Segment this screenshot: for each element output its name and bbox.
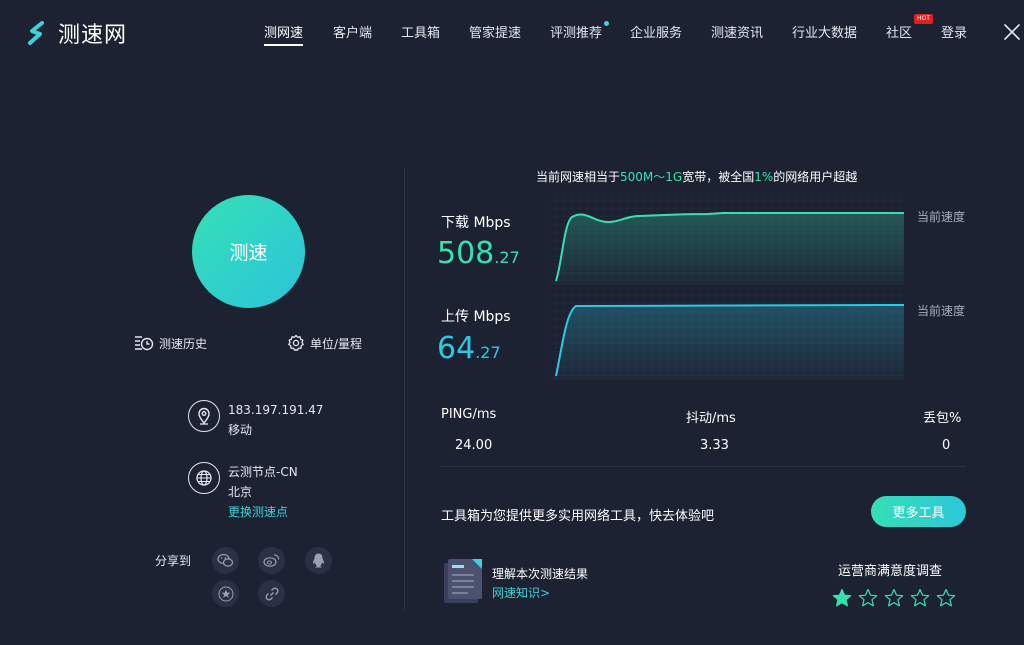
qq-icon [313,553,324,568]
wechat-icon [217,553,234,567]
summary-middle: 宽带，被全国 [682,170,755,184]
nav-item-news[interactable]: 测速资讯 [711,22,763,41]
star-icon-1[interactable] [832,588,852,608]
download-speed: 508.27 [437,236,520,271]
summary-percent: 1% [754,170,774,184]
panel-divider [404,168,405,610]
unit-range-label: 单位/量程 [310,336,363,351]
link-icon [265,587,278,600]
share-label: 分享到 [155,554,192,568]
download-label: 下载 Mbps [441,215,511,231]
share-favorite-button[interactable] [212,580,239,607]
new-dot [604,21,610,26]
summary-bandwidth: 500M～1G [620,170,683,184]
more-tools-button[interactable]: 更多工具 [871,496,966,527]
jitter-value: 3.33 [700,438,729,453]
isp-rating-stars [832,588,962,608]
download-current-note: 当前速度 [917,210,966,224]
nav-item-login[interactable]: 登录 [941,22,967,41]
upload-label: 上传 Mbps [441,309,511,325]
hot-badge: HOT [914,14,933,24]
share-link-button[interactable] [258,580,285,607]
nav-item-community[interactable]: 社区 [886,22,912,41]
share-qq-button[interactable] [305,547,332,574]
nav-item-reviews[interactable]: 评测推荐 [550,21,610,41]
download-chart [548,193,904,285]
gear-icon [288,334,304,351]
history-label: 测速历史 [159,336,208,351]
close-button[interactable] [1002,22,1022,42]
upload-speed: 64.27 [437,331,501,366]
favorite-star-icon [218,586,233,601]
download-chart-area [548,213,904,285]
upload-speed-dec: .27 [475,343,501,362]
speed-summary: 当前网速相当于500M～1G宽带，被全国1%的网络用户超越 [536,168,857,185]
isp-name: 移动 [228,423,253,437]
share-wechat-button[interactable] [212,547,239,574]
speed-knowledge-link[interactable]: 网速知识> [492,584,550,601]
nav-item-speedup[interactable]: 管家提速 [469,22,521,41]
star-icon-2[interactable] [858,588,878,608]
location-pin-icon [188,400,220,432]
node-city: 北京 [228,485,253,499]
close-icon [1004,24,1020,40]
upload-chart-area [548,305,904,380]
summary-prefix: 当前网速相当于 [536,170,621,184]
nav-item-client[interactable]: 客户端 [333,22,372,41]
history-button[interactable]: 测速历史 [134,334,207,352]
share-weibo-button[interactable] [258,547,285,574]
jitter-label: 抖动/ms [686,411,736,426]
star-icon-4[interactable] [910,588,930,608]
change-node-link[interactable]: 更换测速点 [228,502,298,522]
packet-loss-value: 0 [942,438,951,453]
ping-value: 24.00 [455,438,493,453]
star-icon-5[interactable] [936,588,956,608]
nav-item-enterprise[interactable]: 企业服务 [630,22,682,41]
understand-result-title: 理解本次测速结果 [492,567,589,581]
toolbox-promo-text: 工具箱为您提供更多实用网络工具，快去体验吧 [441,509,715,524]
stats-divider [441,466,966,467]
upload-current-note: 当前速度 [917,304,966,318]
ping-label: PING/ms [441,407,497,422]
node-name: 云测节点-CN [228,465,298,479]
globe-icon [188,462,220,494]
document-icon [444,557,484,603]
history-clock-icon [135,336,154,351]
nav-item-bigdata[interactable]: 行业大数据 [792,22,857,41]
star-icon-3[interactable] [884,588,904,608]
start-speed-test-button[interactable]: 测速 [192,195,305,308]
upload-speed-int: 64 [437,331,476,366]
node-info: 云测节点-CN 北京 更换测速点 [188,462,298,522]
nav-item-toolbox[interactable]: 工具箱 [401,22,440,41]
packet-loss-label: 丢包% [923,411,962,426]
nav-item-speed-test[interactable]: 测网速 [264,22,304,46]
nav-item-reviews-label: 评测推荐 [550,26,603,41]
summary-suffix: 的网络用户超越 [773,170,858,184]
download-speed-dec: .27 [494,248,520,267]
weibo-icon [263,554,280,567]
top-nav: 测网速 客户端 工具箱 管家提速 评测推荐 企业服务 测速资讯 行业大数据 社区… [0,21,1024,46]
unit-range-button[interactable]: 单位/量程 [287,334,362,352]
ip-info: 183.197.191.47 移动 [188,400,323,440]
upload-chart [548,288,905,380]
ip-address: 183.197.191.47 [228,403,324,417]
isp-survey-title: 运营商满意度调查 [838,564,943,579]
download-speed-int: 508 [437,236,495,271]
